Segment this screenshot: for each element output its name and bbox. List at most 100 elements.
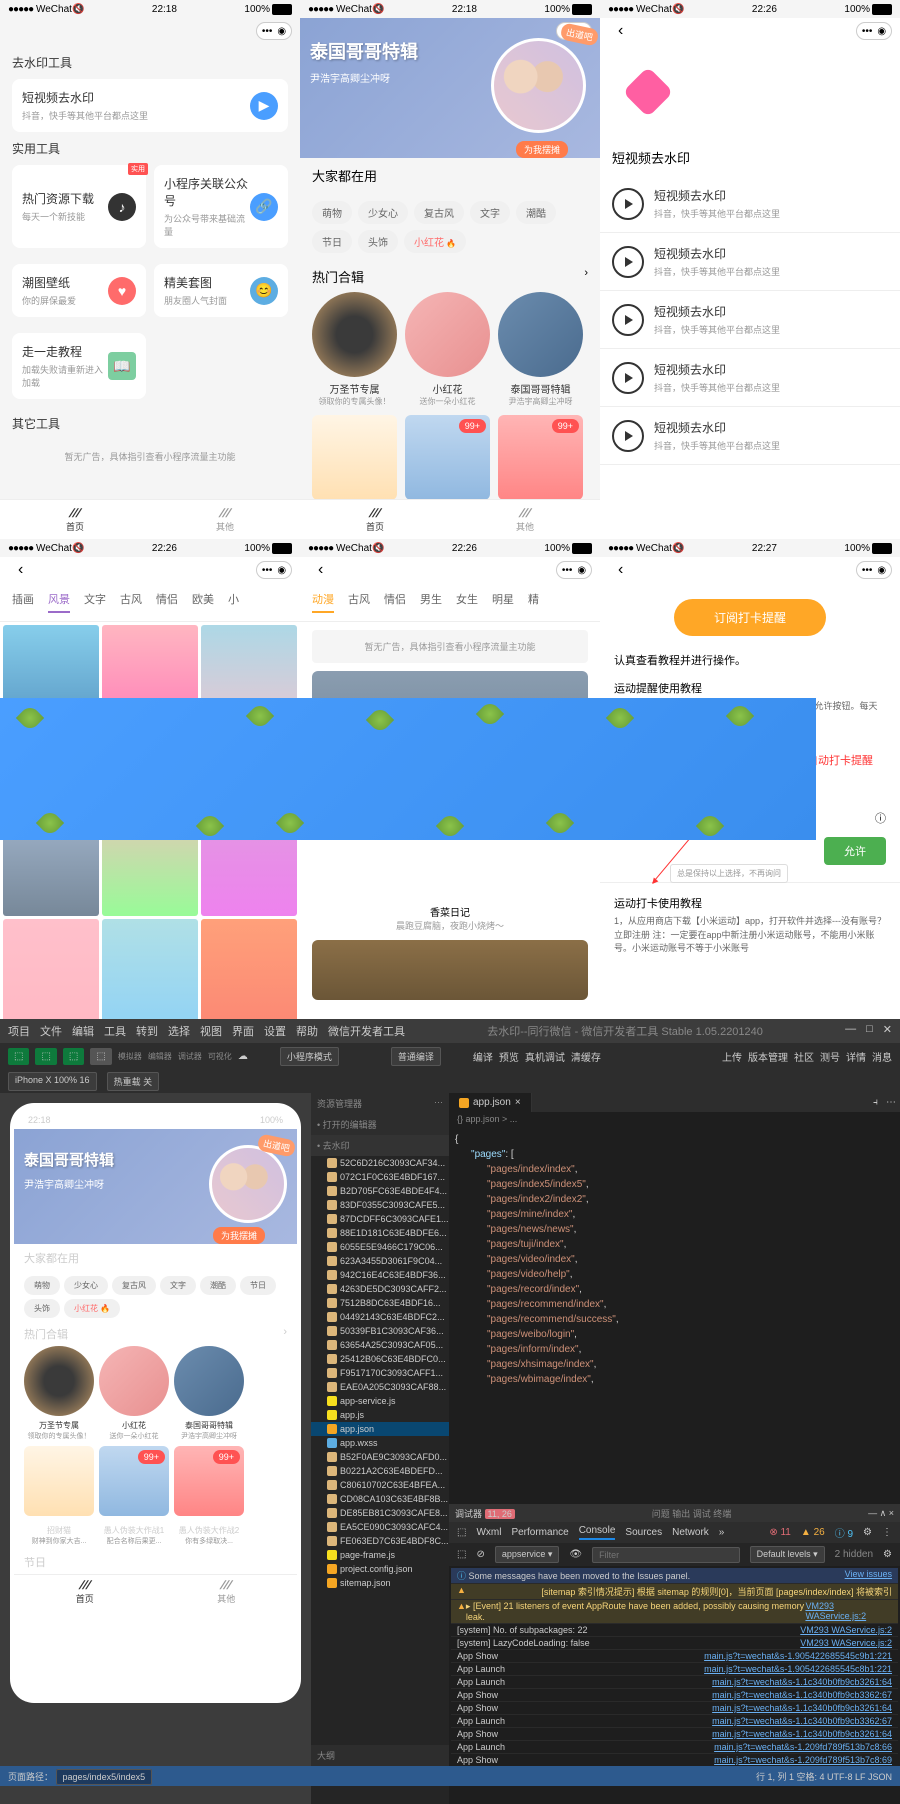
- tb-preview[interactable]: 预览: [499, 1049, 519, 1064]
- file-item[interactable]: app-service.js: [311, 1394, 449, 1408]
- menu-item[interactable]: 选择: [168, 1023, 190, 1039]
- back-button[interactable]: ‹: [608, 561, 633, 579]
- source-link[interactable]: main.js?t=wechat&s-1.1c340b0fb9cb3261:64: [712, 1703, 892, 1713]
- gear-icon[interactable]: ⚙: [863, 1527, 872, 1538]
- tab-item[interactable]: 情侣: [384, 591, 406, 613]
- keep-checkbox-label[interactable]: 总是保持以上选择，不再询问: [670, 864, 788, 883]
- tb-cache[interactable]: 清缓存: [571, 1049, 601, 1064]
- grid-item[interactable]: 99+: [405, 415, 490, 500]
- card-tutorial[interactable]: 走一走教程加载失败请重新进入加载 📖: [12, 333, 146, 399]
- tb-detail[interactable]: 详情: [846, 1049, 866, 1064]
- menu-item[interactable]: 帮助: [296, 1023, 318, 1039]
- elements-icon[interactable]: ⬚: [457, 1527, 466, 1538]
- mode-select[interactable]: 小程序模式: [280, 1047, 339, 1066]
- open-editors[interactable]: • 打开的编辑器: [311, 1114, 449, 1135]
- menu-item[interactable]: 项目: [8, 1023, 30, 1039]
- dbg-tab[interactable]: Sources: [625, 1527, 662, 1538]
- file-item[interactable]: FE063ED7C63E4BDF8C...: [311, 1534, 449, 1548]
- file-item[interactable]: 942C16E4C63E4BDF36...: [311, 1268, 449, 1282]
- source-link[interactable]: main.js?t=wechat&s-1.209fd789f513b7c8:69: [714, 1755, 892, 1765]
- clear-icon[interactable]: ⊘: [476, 1549, 484, 1560]
- outline[interactable]: 大纲: [311, 1745, 449, 1766]
- dbg-tab[interactable]: Network: [672, 1527, 709, 1538]
- image-item[interactable]: [102, 919, 198, 1019]
- file-item[interactable]: 6055E5E9466C179C06...: [311, 1240, 449, 1254]
- close-icon[interactable]: ⋮: [882, 1527, 892, 1538]
- capsule-menu[interactable]: •••◉: [256, 561, 292, 579]
- cloud-icon[interactable]: ☁: [238, 1051, 248, 1062]
- root-folder[interactable]: • 去水印: [311, 1135, 449, 1156]
- file-item[interactable]: 04492143C63E4BDFC2...: [311, 1310, 449, 1324]
- file-item[interactable]: 52C6D216C3093CAF34...: [311, 1156, 449, 1170]
- gear-icon[interactable]: ⚙: [883, 1549, 892, 1560]
- source-link[interactable]: main.js?t=wechat&s-1.1c340b0fb9cb3362:67: [712, 1716, 892, 1726]
- tag-item[interactable]: 文字: [470, 201, 510, 224]
- feed-card[interactable]: [312, 940, 588, 1000]
- device-select[interactable]: iPhone X 100% 16: [8, 1072, 97, 1091]
- file-item[interactable]: 50339FB1C3093CAF36...: [311, 1324, 449, 1338]
- back-button[interactable]: ‹: [8, 561, 33, 579]
- source-link[interactable]: main.js?t=wechat&s-1.209fd789f513b7c8:66: [714, 1742, 892, 1752]
- file-item[interactable]: 25412B06C63E4BDFC0...: [311, 1352, 449, 1366]
- tag-item[interactable]: 头饰: [358, 230, 398, 253]
- back-button[interactable]: ‹: [308, 561, 333, 579]
- split-icon[interactable]: ⫞: [869, 1093, 882, 1112]
- tab-item[interactable]: 古风: [348, 591, 370, 613]
- tab-item[interactable]: 插画: [12, 591, 34, 613]
- tag-item[interactable]: 潮酷: [516, 201, 556, 224]
- hotreload-select[interactable]: 热重载 关: [107, 1072, 160, 1091]
- file-item[interactable]: app.json: [311, 1422, 449, 1436]
- tab-item[interactable]: 古风: [120, 591, 142, 613]
- album-item[interactable]: 万圣节专属领取你的专属头像！: [312, 292, 397, 407]
- source-link[interactable]: main.js?t=wechat&s-1.1c340b0fb9cb3261:64: [712, 1677, 892, 1687]
- file-item[interactable]: 83DF0355C3093CAFE5...: [311, 1198, 449, 1212]
- menu-item[interactable]: 界面: [232, 1023, 254, 1039]
- tab-item[interactable]: 文字: [84, 591, 106, 613]
- filter-input[interactable]: [592, 1547, 740, 1563]
- file-item[interactable]: app.js: [311, 1408, 449, 1422]
- tb-message[interactable]: 消息: [872, 1049, 892, 1064]
- card-official[interactable]: 小程序关联公众号为公众号带来基础流量 🔗: [154, 165, 288, 248]
- source-link[interactable]: main.js?t=wechat&s-1.905422685545c8b1:22…: [704, 1664, 892, 1674]
- simulator-phone[interactable]: 22:18100% 泰国哥哥特辑 尹浩宇高卿尘冲呀 出道吧 为我摆摊 大家都在用…: [10, 1103, 301, 1703]
- dbg-tab[interactable]: Wxml: [476, 1527, 501, 1538]
- nav-home[interactable]: ///首页: [0, 500, 150, 539]
- capsule-menu[interactable]: •••◉: [556, 561, 592, 579]
- tb-visual[interactable]: ⬚: [90, 1048, 111, 1065]
- menu-item[interactable]: 编辑: [72, 1023, 94, 1039]
- more-tabs[interactable]: »: [719, 1527, 725, 1538]
- tag-item[interactable]: 少女心: [358, 201, 408, 224]
- file-item[interactable]: 072C1F0C63E4BDF167...: [311, 1170, 449, 1184]
- tb-community[interactable]: 社区: [794, 1049, 814, 1064]
- file-item[interactable]: 87DCDFF6C3093CAFE1...: [311, 1212, 449, 1226]
- dbg-tab-active[interactable]: Console: [579, 1525, 616, 1540]
- subscribe-button[interactable]: 订阅打卡提醒: [674, 599, 826, 636]
- capsule-menu[interactable]: •••◉: [256, 22, 292, 40]
- file-item[interactable]: page-frame.js: [311, 1548, 449, 1562]
- list-item[interactable]: 短视频去水印抖音，快手等其他平台都点这里: [600, 291, 900, 349]
- capsule-menu[interactable]: •••◉: [856, 22, 892, 40]
- album-item[interactable]: 小红花送你一朵小红花: [405, 292, 490, 407]
- menu-item[interactable]: 文件: [40, 1023, 62, 1039]
- more-icon[interactable]: ⋯: [434, 1097, 443, 1110]
- info-icon[interactable]: ⓘ: [875, 810, 886, 826]
- tab-item[interactable]: 男生: [420, 591, 442, 613]
- nav-other[interactable]: ///其他: [450, 500, 600, 539]
- tab-item-active[interactable]: 风景: [48, 591, 70, 613]
- source-link[interactable]: main.js?t=wechat&s-1.1c340b0fb9cb3261:64: [712, 1729, 892, 1739]
- card-watermark[interactable]: 短视频去水印抖音，快手等其他平台都点这里 ▶: [12, 79, 288, 132]
- breadcrumb[interactable]: {} app.json > ...: [449, 1112, 900, 1126]
- tag-item[interactable]: 萌物: [312, 201, 352, 224]
- tab-item-active[interactable]: 动漫: [312, 591, 334, 613]
- compile-select[interactable]: 普通编译: [391, 1047, 441, 1066]
- card-gallery[interactable]: 精美套图朋友圈人气封面 😊: [154, 264, 288, 317]
- tb-editor[interactable]: ⬚: [35, 1048, 56, 1065]
- list-item[interactable]: 短视频去水印抖音，快手等其他平台都点这里: [600, 233, 900, 291]
- list-item[interactable]: 短视频去水印抖音，快手等其他平台都点这里: [600, 349, 900, 407]
- file-item[interactable]: 623A3455D3061F9C04...: [311, 1254, 449, 1268]
- tb-debugger[interactable]: ⬚: [63, 1048, 84, 1065]
- menu-item[interactable]: 视图: [200, 1023, 222, 1039]
- image-item[interactable]: [201, 919, 297, 1019]
- file-item[interactable]: 4263DE5DC3093CAFF2...: [311, 1282, 449, 1296]
- list-item[interactable]: 短视频去水印抖音，快手等其他平台都点这里: [600, 175, 900, 233]
